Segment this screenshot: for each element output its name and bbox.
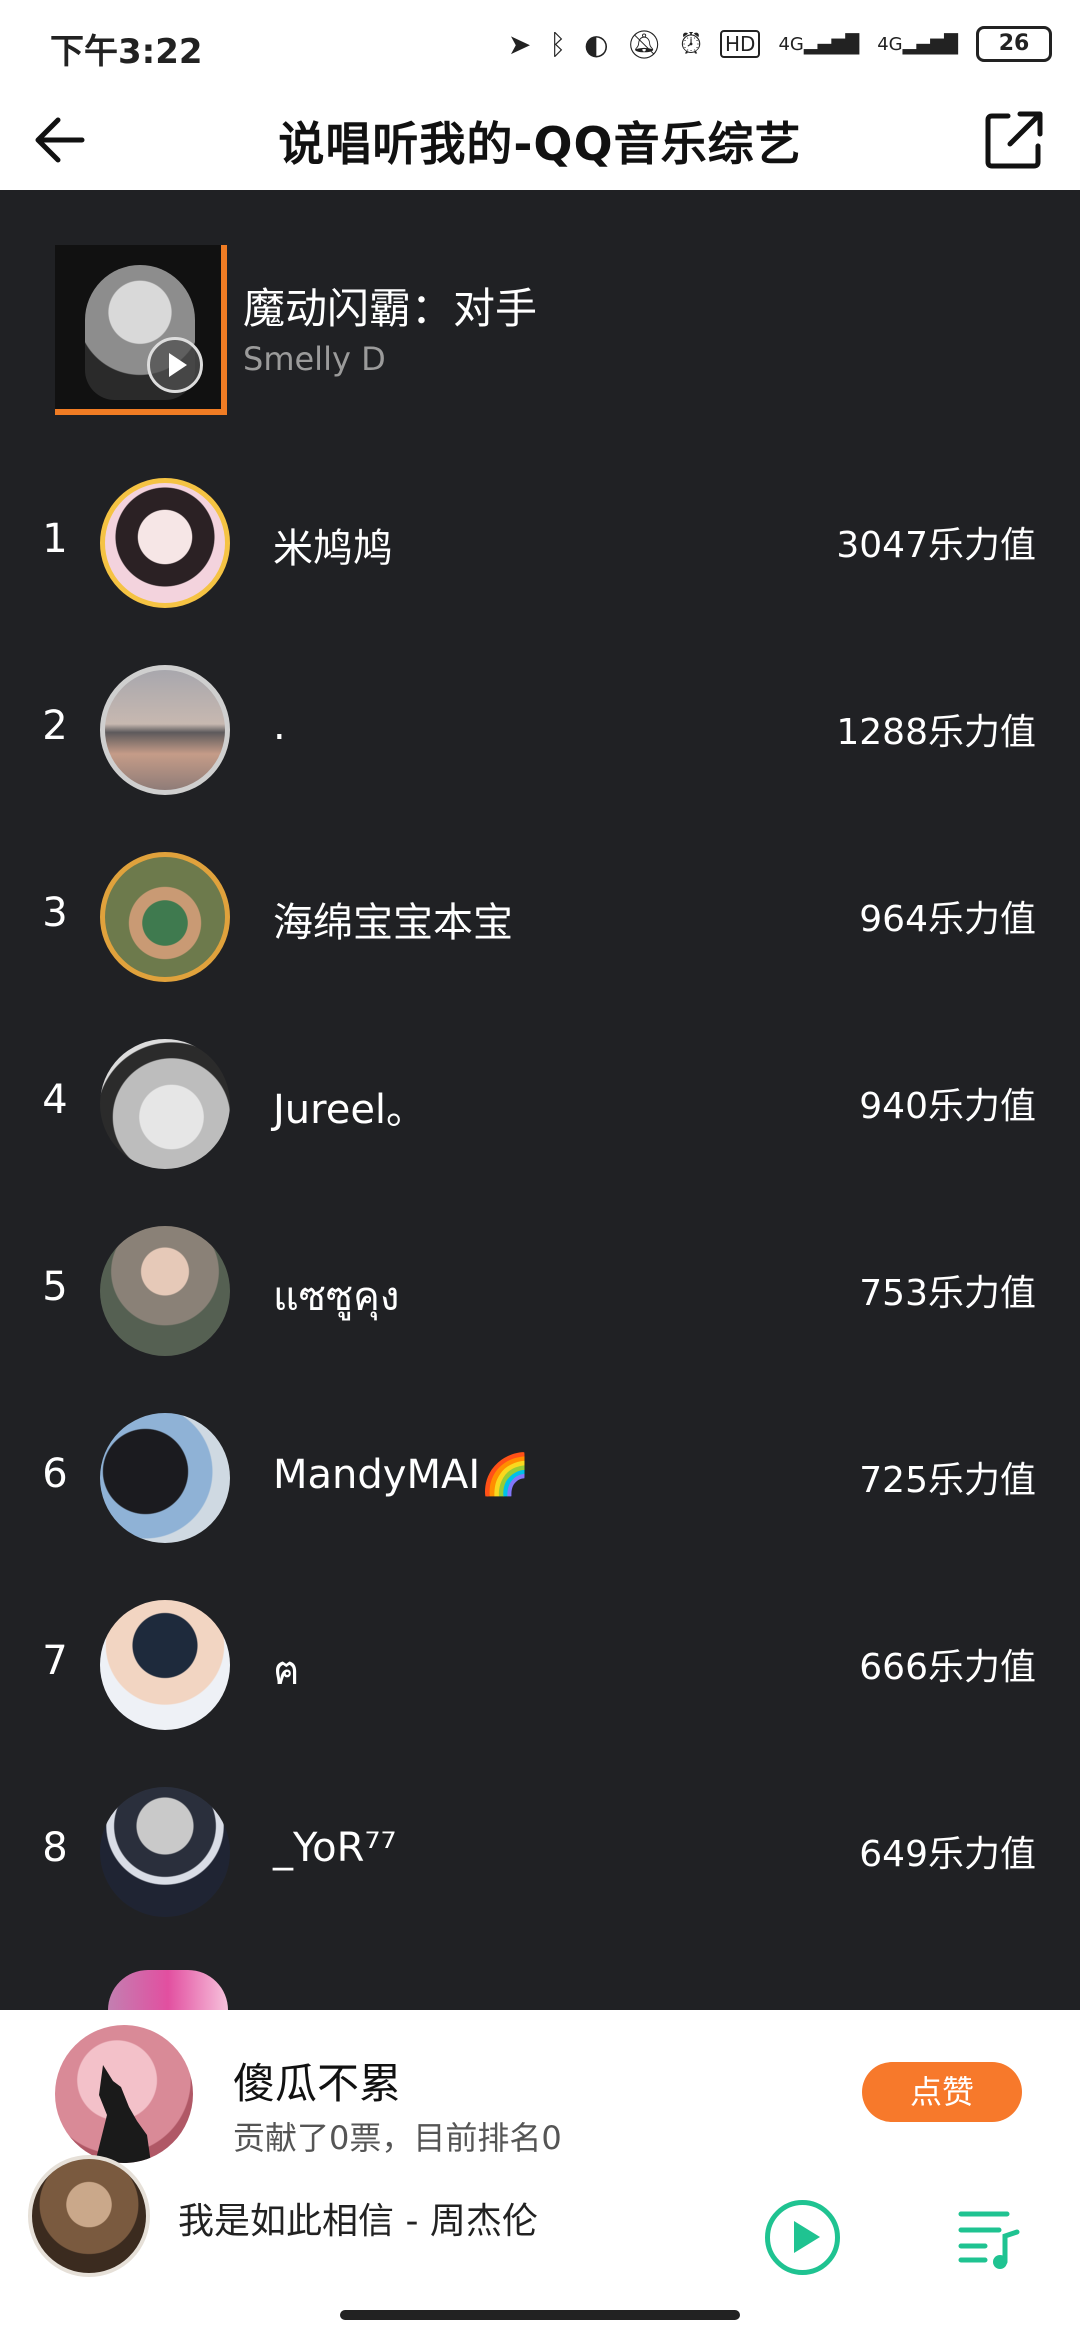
- location-icon: ➤: [507, 27, 532, 61]
- vote-bar: 傻瓜不累 贡献了0票，目前排名0 点赞: [0, 2010, 1080, 2170]
- ranking-row[interactable]: 5 แซซูคุง 753乐力值: [0, 1216, 1080, 1366]
- score: 649乐力值: [859, 1834, 1036, 1875]
- mute-icon: 🔕︎: [626, 27, 663, 61]
- header: 说唱听我的-QQ音乐综艺: [0, 90, 1080, 190]
- rank-number: 4: [42, 1077, 68, 1123]
- score: 940乐力值: [859, 1086, 1036, 1127]
- signal-icon-2: 4G▂▄▆█: [877, 33, 958, 55]
- user-name: 米鸠鸠: [273, 526, 393, 572]
- ranking-row[interactable]: 1 米鸠鸠 3047乐力值: [0, 468, 1080, 618]
- ranking-row[interactable]: 3 海绵宝宝本宝 964乐力值: [0, 842, 1080, 992]
- page-title: 说唱听我的-QQ音乐综艺: [278, 117, 802, 171]
- ranking-row[interactable]: 6 MandyMAI🌈 725乐力值: [0, 1403, 1080, 1553]
- score: 753乐力值: [859, 1273, 1036, 1314]
- score: 725乐力值: [859, 1460, 1036, 1501]
- hd-icon: HD: [719, 30, 761, 58]
- bluetooth-icon: ᛒ: [549, 27, 567, 61]
- user-name: Jureel。: [273, 1087, 427, 1133]
- user-name: ฅ: [273, 1648, 300, 1694]
- now-playing-title: 我是如此相信 - 周杰伦: [178, 2201, 538, 2242]
- song-cover[interactable]: [55, 245, 227, 415]
- user-name: 海绵宝宝本宝: [273, 900, 513, 946]
- score: 1288乐力值: [836, 712, 1036, 753]
- battery-icon: 26: [976, 26, 1052, 62]
- user-name: .: [273, 703, 286, 749]
- like-button[interactable]: 点赞: [862, 2062, 1022, 2122]
- status-icons: ➤ ᛒ ◐ 🔕︎ ⏰︎ HD 4G▂▄▆█ 4G▂▄▆█ 26: [508, 26, 1052, 62]
- home-indicator[interactable]: [340, 2310, 740, 2320]
- avatar[interactable]: [100, 852, 230, 982]
- alarm-icon: ⏰︎: [680, 27, 702, 60]
- user-name: _YoR⁷⁷: [273, 1825, 397, 1871]
- partial-avatar: [108, 1970, 228, 2010]
- ranking-row[interactable]: 4 Jureel。 940乐力值: [0, 1029, 1080, 1179]
- share-external-icon[interactable]: [974, 100, 1054, 180]
- rank-number: 6: [42, 1451, 68, 1497]
- signal-icon-1: 4G▂▄▆█: [778, 33, 860, 55]
- voter-name: 傻瓜不累: [233, 2059, 402, 2108]
- rank-number: 8: [42, 1825, 68, 1871]
- vote-status: 贡献了0票，目前排名0: [233, 2119, 562, 2157]
- ranking-row[interactable]: 2 . 1288乐力值: [0, 655, 1080, 805]
- user-avatar[interactable]: [55, 2025, 193, 2163]
- avatar[interactable]: [100, 1226, 230, 1356]
- play-icon[interactable]: [765, 2200, 840, 2275]
- status-bar: 下午3:22 ➤ ᛒ ◐ 🔕︎ ⏰︎ HD 4G▂▄▆█ 4G▂▄▆█ 26: [0, 0, 1080, 90]
- toggle-icon: ◐: [584, 27, 609, 61]
- album-cover[interactable]: [28, 2155, 150, 2277]
- ranking-row[interactable]: 7 ฅ 666乐力值: [0, 1590, 1080, 1740]
- avatar[interactable]: [100, 1600, 230, 1730]
- user-name: แซซูคุง: [273, 1274, 400, 1320]
- user-name: MandyMAI🌈: [273, 1452, 530, 1498]
- score: 666乐力值: [859, 1647, 1036, 1688]
- score: 3047乐力值: [836, 525, 1036, 566]
- play-circle-icon[interactable]: [147, 337, 203, 393]
- rank-number: 1: [42, 516, 68, 562]
- top-bar: 下午3:22 ➤ ᛒ ◐ 🔕︎ ⏰︎ HD 4G▂▄▆█ 4G▂▄▆█ 26 说…: [0, 0, 1080, 190]
- rank-number: 5: [42, 1264, 68, 1310]
- ranking-row[interactable]: 8 _YoR⁷⁷ 649乐力值: [0, 1777, 1080, 1927]
- song-card[interactable]: 魔动闪霸：对手 Smelly D: [55, 245, 1055, 415]
- rank-number: 3: [42, 890, 68, 936]
- avatar[interactable]: [100, 478, 230, 608]
- status-time: 下午3:22: [50, 32, 203, 72]
- score: 964乐力值: [859, 899, 1036, 940]
- song-artist: Smelly D: [243, 340, 386, 378]
- song-title: 魔动闪霸：对手: [243, 284, 538, 333]
- playlist-icon[interactable]: [955, 2200, 1025, 2270]
- avatar[interactable]: [100, 665, 230, 795]
- avatar[interactable]: [100, 1039, 230, 1169]
- rank-number: 2: [42, 703, 68, 749]
- rank-number: 7: [42, 1638, 68, 1684]
- avatar[interactable]: [100, 1787, 230, 1917]
- wolf-silhouette-icon: [95, 2065, 151, 2163]
- avatar[interactable]: [100, 1413, 230, 1543]
